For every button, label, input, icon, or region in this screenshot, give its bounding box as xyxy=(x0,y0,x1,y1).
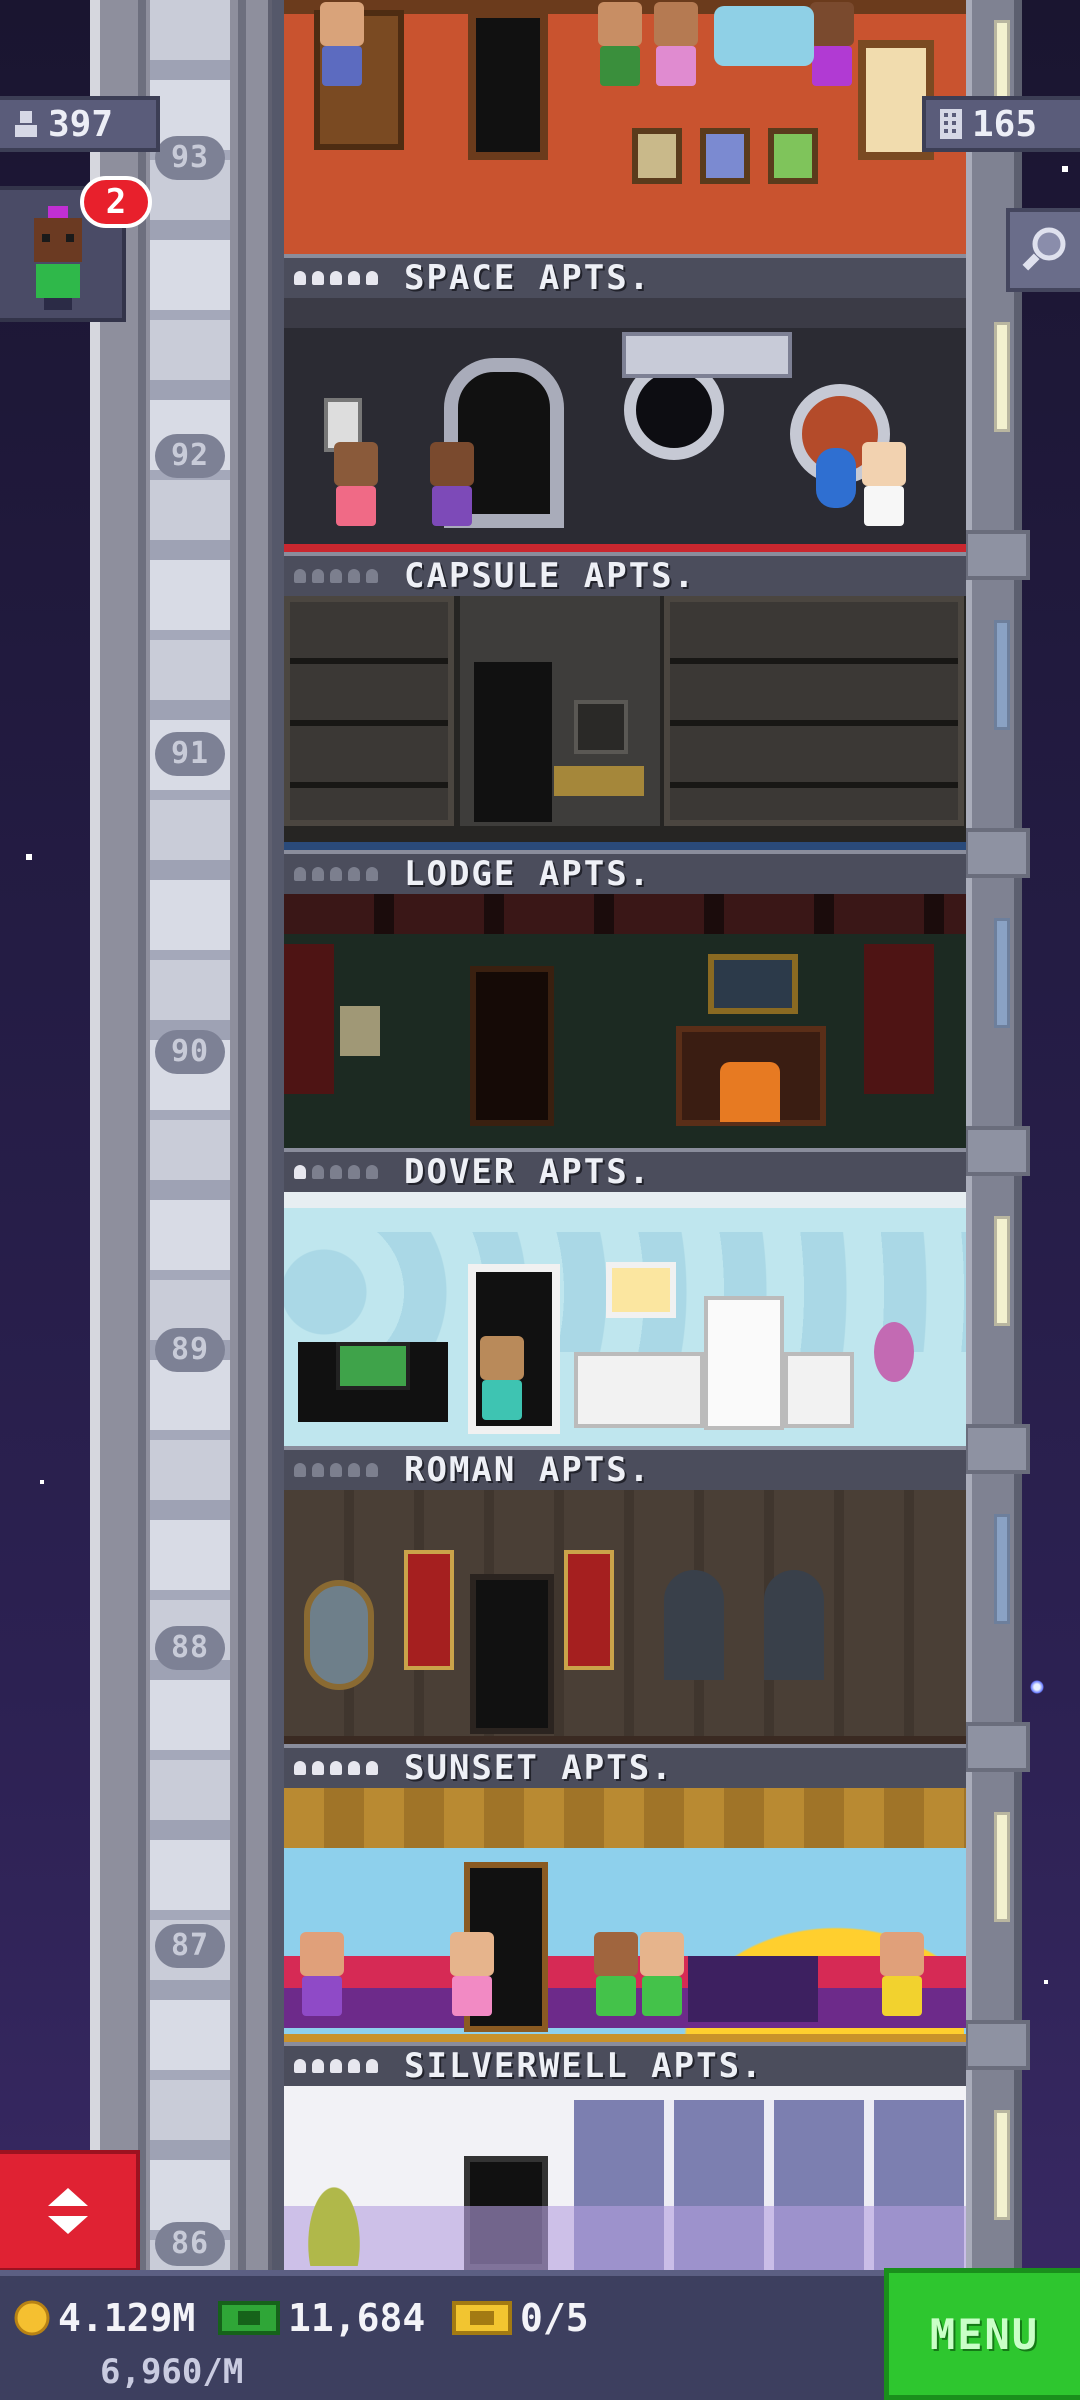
floor-roman-apts[interactable]: ROMAN APTS. xyxy=(284,1192,966,1490)
ticket-icon xyxy=(452,2301,512,2335)
elevator-updown-icon xyxy=(48,2216,88,2234)
floor-name: DOVER APTS. xyxy=(404,1152,652,1192)
person-icon xyxy=(15,111,37,137)
tickets-value: 0/5 xyxy=(520,2296,589,2340)
tickets-stat[interactable]: 0/5 xyxy=(452,2296,589,2340)
star xyxy=(40,1480,44,1484)
floors-value: 165 xyxy=(972,103,1038,145)
elevator-floor-number: 88 xyxy=(155,1626,225,1670)
floors-counter[interactable]: 165 xyxy=(922,96,1080,152)
floor-name: ROMAN APTS. xyxy=(404,1450,652,1490)
occupancy-indicator xyxy=(294,2059,378,2073)
floor-lodge-apts[interactable]: LODGE APTS. xyxy=(284,596,966,894)
coins-value: 4.129M xyxy=(58,2296,196,2340)
tower-strut xyxy=(964,828,1030,878)
floor-dover-apts[interactable]: DOVER APTS. xyxy=(284,894,966,1192)
bux-value: 11,684 xyxy=(288,2296,426,2340)
floor-name: LODGE APTS. xyxy=(404,854,652,894)
elevator-floor-number: 86 xyxy=(155,2222,225,2266)
floor-name: CAPSULE APTS. xyxy=(404,556,697,596)
elevator-updown-icon xyxy=(48,2188,88,2206)
floor-label-bar: SILVERWELL APTS. xyxy=(284,2042,966,2086)
tower-strut xyxy=(964,1126,1030,1176)
occupancy-indicator xyxy=(294,569,378,583)
floor-86[interactable] xyxy=(284,2086,966,2270)
floor-label-bar: DOVER APTS. xyxy=(284,1148,966,1192)
bux-icon xyxy=(218,2301,280,2335)
star xyxy=(1030,1680,1044,1694)
avatar-icon xyxy=(34,206,82,310)
floor-name: SUNSET APTS. xyxy=(404,1748,674,1788)
coins-rate-value: 6,960/M xyxy=(100,2352,244,2392)
occupancy-indicator xyxy=(294,271,378,285)
magnifier-icon xyxy=(1022,227,1066,271)
floor-silverwell-apts[interactable]: SILVERWELL APTS. xyxy=(284,1788,966,2086)
tower-strut xyxy=(964,530,1030,580)
elevator-floor-number: 87 xyxy=(155,1924,225,1968)
bux-stat[interactable]: 11,684 xyxy=(218,2296,425,2340)
floor-space-apts[interactable]: SPACE APTS. xyxy=(284,0,966,298)
star xyxy=(1062,166,1068,172)
tower-wall xyxy=(272,0,284,2270)
floor-name: SPACE APTS. xyxy=(404,258,652,298)
floor-label-bar: SPACE APTS. xyxy=(284,254,966,298)
coins-stat[interactable]: 4.129M xyxy=(14,2296,195,2340)
tower-strut xyxy=(964,2020,1030,2070)
floor-label-bar: CAPSULE APTS. xyxy=(284,552,966,596)
coin-icon xyxy=(14,2300,50,2336)
game-scene[interactable]: 93 92 91 90 89 88 87 86 SPACE APTS. CAPS… xyxy=(0,0,1080,2400)
elevator-floor-number: 92 xyxy=(155,434,225,478)
floor-label-bar: ROMAN APTS. xyxy=(284,1446,966,1490)
elevator-button[interactable] xyxy=(0,2150,140,2272)
tower-strut xyxy=(964,1424,1030,1474)
building-icon xyxy=(940,109,962,139)
coins-rate: 6,960/M xyxy=(100,2352,243,2392)
notification-badge: 2 xyxy=(80,176,152,228)
star xyxy=(1044,1980,1048,1984)
elevator-floor-number: 89 xyxy=(155,1328,225,1372)
elevator-floor-number: 91 xyxy=(155,732,225,776)
floor-label-bar: SUNSET APTS. xyxy=(284,1744,966,1788)
floor-capsule-apts[interactable]: CAPSULE APTS. xyxy=(284,298,966,596)
occupancy-indicator xyxy=(294,1761,378,1775)
search-button[interactable] xyxy=(1006,208,1080,292)
star xyxy=(26,854,32,860)
menu-button[interactable]: MENU xyxy=(884,2268,1080,2400)
floor-sunset-apts[interactable]: SUNSET APTS. xyxy=(284,1490,966,1788)
occupancy-indicator xyxy=(294,1165,378,1179)
tower-strut xyxy=(964,1722,1030,1772)
population-counter[interactable]: 397 xyxy=(0,96,160,152)
floor-name: SILVERWELL APTS. xyxy=(404,2046,764,2086)
population-value: 397 xyxy=(48,103,114,145)
elevator-floor-number: 93 xyxy=(155,136,225,180)
occupancy-indicator xyxy=(294,867,378,881)
floor-label-bar: LODGE APTS. xyxy=(284,850,966,894)
elevator-floor-number: 90 xyxy=(155,1030,225,1074)
occupancy-indicator xyxy=(294,1463,378,1477)
